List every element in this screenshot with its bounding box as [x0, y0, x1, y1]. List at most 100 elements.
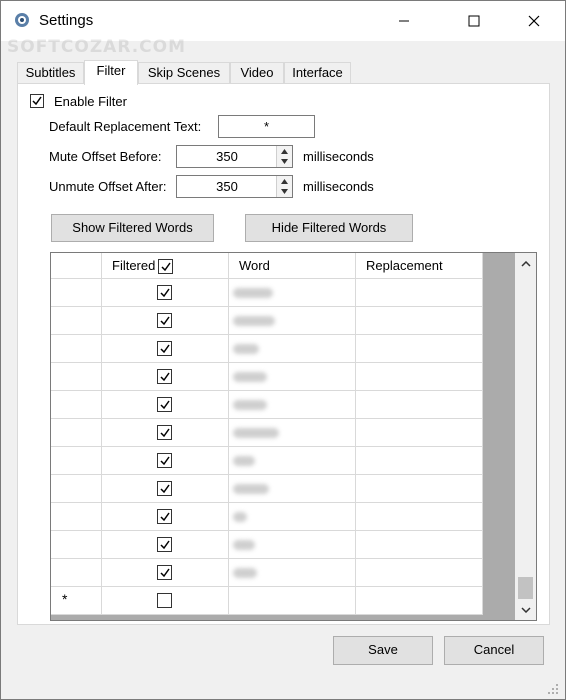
filtered-cell[interactable] [102, 531, 229, 559]
word-cell[interactable] [229, 419, 356, 447]
row-header[interactable] [51, 335, 102, 363]
filtered-cell[interactable] [102, 419, 229, 447]
unmute-after-down-button[interactable] [276, 186, 292, 197]
replacement-cell[interactable] [356, 363, 483, 391]
maximize-button[interactable] [451, 1, 497, 41]
filtered-words-grid[interactable]: Filtered Word Replacement * [50, 252, 537, 621]
replacement-cell[interactable] [356, 559, 483, 587]
default-replacement-input[interactable]: * [218, 115, 315, 138]
new-row-checkbox[interactable] [157, 593, 172, 608]
row-checkbox[interactable] [157, 341, 172, 356]
tab-filter[interactable]: Filter [84, 60, 138, 85]
scroll-down-button[interactable] [515, 601, 536, 618]
enable-filter-checkbox[interactable] [30, 94, 44, 108]
row-checkbox[interactable] [157, 425, 172, 440]
row-header[interactable] [51, 559, 102, 587]
column-header-replacement[interactable]: Replacement [356, 253, 483, 279]
minimize-button[interactable] [381, 1, 427, 41]
row-checkbox[interactable] [157, 453, 172, 468]
filtered-cell[interactable] [102, 335, 229, 363]
column-header-filtered[interactable]: Filtered [102, 253, 229, 279]
replacement-cell[interactable] [356, 475, 483, 503]
replacement-cell[interactable] [356, 419, 483, 447]
filtered-cell[interactable] [102, 363, 229, 391]
row-checkbox[interactable] [157, 565, 172, 580]
cancel-button[interactable]: Cancel [444, 636, 544, 665]
tab-skip-scenes[interactable]: Skip Scenes [138, 62, 230, 84]
row-header[interactable] [51, 447, 102, 475]
word-cell[interactable] [229, 279, 356, 307]
row-checkbox[interactable] [157, 397, 172, 412]
tab-interface[interactable]: Interface [284, 62, 351, 84]
filtered-cell[interactable] [102, 307, 229, 335]
filtered-cell[interactable] [102, 559, 229, 587]
filtered-cell[interactable] [102, 503, 229, 531]
word-cell[interactable] [229, 475, 356, 503]
table-row[interactable] [51, 419, 483, 447]
word-cell[interactable] [229, 531, 356, 559]
table-row[interactable] [51, 335, 483, 363]
table-row[interactable] [51, 363, 483, 391]
new-row-replacement-cell[interactable] [356, 587, 483, 615]
scroll-thumb[interactable] [518, 577, 533, 599]
word-cell[interactable] [229, 559, 356, 587]
table-row[interactable] [51, 279, 483, 307]
replacement-cell[interactable] [356, 335, 483, 363]
filtered-cell[interactable] [102, 279, 229, 307]
row-header[interactable] [51, 531, 102, 559]
word-cell[interactable] [229, 391, 356, 419]
mute-before-spinner[interactable]: 350 [176, 145, 293, 168]
filtered-cell[interactable] [102, 447, 229, 475]
table-row[interactable] [51, 531, 483, 559]
row-checkbox[interactable] [157, 285, 172, 300]
row-checkbox[interactable] [157, 369, 172, 384]
scroll-up-button[interactable] [515, 255, 536, 272]
grid-scrollbar[interactable] [515, 253, 536, 620]
word-cell[interactable] [229, 503, 356, 531]
row-checkbox[interactable] [157, 313, 172, 328]
replacement-cell[interactable] [356, 531, 483, 559]
tab-subtitles[interactable]: Subtitles [17, 62, 84, 84]
word-cell[interactable] [229, 335, 356, 363]
table-row[interactable] [51, 447, 483, 475]
row-header[interactable] [51, 307, 102, 335]
replacement-cell[interactable] [356, 503, 483, 531]
obscured-word [233, 428, 279, 438]
resize-grip-icon[interactable] [547, 683, 559, 695]
row-header[interactable] [51, 279, 102, 307]
row-checkbox[interactable] [157, 509, 172, 524]
tab-video[interactable]: Video [230, 62, 284, 84]
new-row-filtered-cell[interactable] [102, 587, 229, 615]
row-checkbox[interactable] [157, 481, 172, 496]
row-header[interactable] [51, 419, 102, 447]
new-row[interactable]: * [51, 587, 483, 615]
word-cell[interactable] [229, 447, 356, 475]
replacement-cell[interactable] [356, 447, 483, 475]
row-header[interactable] [51, 363, 102, 391]
table-row[interactable] [51, 559, 483, 587]
filtered-cell[interactable] [102, 475, 229, 503]
replacement-cell[interactable] [356, 391, 483, 419]
row-header[interactable] [51, 475, 102, 503]
replacement-cell[interactable] [356, 279, 483, 307]
column-header-word[interactable]: Word [229, 253, 356, 279]
table-row[interactable] [51, 391, 483, 419]
row-header[interactable] [51, 503, 102, 531]
row-checkbox[interactable] [157, 537, 172, 552]
filtered-header-checkbox[interactable] [158, 259, 173, 274]
row-header[interactable] [51, 391, 102, 419]
filtered-cell[interactable] [102, 391, 229, 419]
unmute-after-spinner[interactable]: 350 [176, 175, 293, 198]
mute-before-down-button[interactable] [276, 156, 292, 167]
show-filtered-words-button[interactable]: Show Filtered Words [51, 214, 214, 242]
new-row-word-cell[interactable] [229, 587, 356, 615]
word-cell[interactable] [229, 363, 356, 391]
table-row[interactable] [51, 475, 483, 503]
close-button[interactable] [511, 1, 557, 41]
table-row[interactable] [51, 307, 483, 335]
hide-filtered-words-button[interactable]: Hide Filtered Words [245, 214, 413, 242]
table-row[interactable] [51, 503, 483, 531]
word-cell[interactable] [229, 307, 356, 335]
save-button[interactable]: Save [333, 636, 433, 665]
replacement-cell[interactable] [356, 307, 483, 335]
